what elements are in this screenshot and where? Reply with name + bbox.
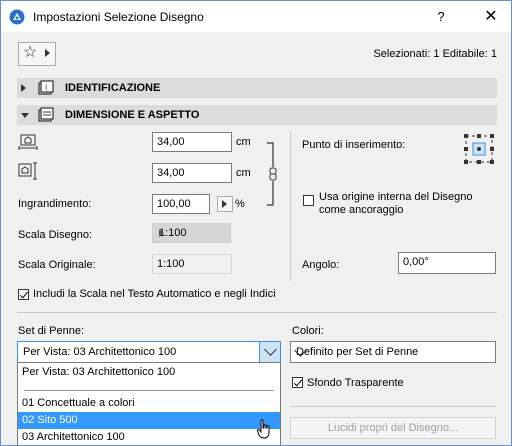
section-divider <box>17 312 497 313</box>
pen-set-dropdown-button[interactable] <box>259 342 280 362</box>
include-scale-label: Includi la Scala nel Testo Automatico e … <box>33 288 276 300</box>
favorites-button[interactable]: ☆ <box>18 42 56 66</box>
expand-arrow-icon <box>21 84 26 92</box>
section-dimension-label: DIMENSIONE E ASPETTO <box>65 109 200 121</box>
pen-set-select[interactable]: Per Vista: 03 Architettonico 100 <box>17 341 281 363</box>
use-origin-label-line2: come ancoraggio <box>319 204 404 216</box>
dropdown-option-highlighted[interactable]: 02 Sito 500 <box>18 412 280 429</box>
colors-value: Definito per Set di Penne <box>296 346 419 358</box>
chevron-down-icon <box>264 343 277 356</box>
column-divider <box>290 131 291 281</box>
height-icon <box>18 162 37 180</box>
mouse-pointer-icon <box>257 419 270 439</box>
title-bar: Impostazioni Selezione Disegno ? ✕ <box>1 1 511 32</box>
help-button[interactable]: ? <box>431 7 451 27</box>
magnification-preset-button[interactable] <box>217 196 233 212</box>
section-dimension[interactable]: DIMENSIONE E ASPETTO <box>17 105 497 125</box>
width-input[interactable]: 34,00 <box>152 132 232 152</box>
angle-input[interactable]: 0,00° <box>398 252 496 274</box>
button-divider <box>290 406 496 407</box>
anchor-point-selector[interactable] <box>463 133 495 165</box>
original-scale-label: Scala Originale: <box>18 259 96 271</box>
star-icon: ☆ <box>23 44 38 61</box>
archicad-app-icon <box>9 9 25 25</box>
collapse-arrow-icon <box>21 113 29 118</box>
angle-label: Angolo: <box>302 259 340 271</box>
height-input[interactable]: 34,00 <box>152 163 232 183</box>
arrow-right-icon <box>222 200 227 208</box>
dropdown-option[interactable]: 03 Architettonico 100 <box>18 429 280 445</box>
section-identification[interactable]: i IDENTIFICAZIONE <box>17 78 497 98</box>
pen-set-label: Set di Penne: <box>18 325 85 337</box>
drawing-scale-label: Scala Disegno: <box>18 229 92 241</box>
dropdown-option[interactable]: 01 Concettuale a colori <box>18 395 280 412</box>
pen-set-value: Per Vista: 03 Architettonico 100 <box>23 346 177 358</box>
close-button[interactable]: ✕ <box>481 7 501 27</box>
link-chain-icon[interactable] <box>265 141 279 207</box>
magnification-input[interactable]: 100,00 <box>152 194 210 214</box>
use-origin-checkbox[interactable] <box>303 195 314 206</box>
selection-info: Selezionati: 1 Editabile: 1 <box>373 48 497 60</box>
window-title: Impostazioni Selezione Disegno <box>33 10 204 24</box>
use-origin-label-line1: Usa origine interna del Disegno <box>319 191 473 203</box>
dimension-icon <box>38 107 54 122</box>
identification-icon: i <box>38 80 54 95</box>
transparent-bg-checkbox[interactable] <box>292 377 303 388</box>
dropdown-option[interactable]: Per Vista: 03 Architettonico 100 <box>18 364 280 381</box>
colors-label: Colori: <box>292 325 324 337</box>
arrow-right-icon <box>159 229 164 237</box>
layers-button: Lucidi propri del Disegno... <box>290 417 496 439</box>
width-unit: cm <box>236 136 251 148</box>
include-scale-checkbox[interactable] <box>18 289 29 300</box>
colors-select[interactable]: Definito per Set di Penne <box>290 341 496 363</box>
pen-set-dropdown-list: Per Vista: 03 Architettonico 100 01 Conc… <box>17 362 281 445</box>
transparent-bg-label: Sfondo Trasparente <box>307 377 404 389</box>
height-unit: cm <box>236 167 251 179</box>
magnification-unit: % <box>235 198 245 210</box>
original-scale-field: 1:100 <box>152 254 232 274</box>
svg-text:i: i <box>45 83 47 92</box>
drawing-scale-select: 1:100 <box>152 223 231 243</box>
dropdown-separator <box>24 390 274 391</box>
dialog-window: Impostazioni Selezione Disegno ? ✕ ☆ Sel… <box>0 0 512 446</box>
arrow-right-icon <box>45 49 50 57</box>
insertion-point-label: Punto di inserimento: <box>302 139 406 151</box>
section-identification-label: IDENTIFICAZIONE <box>65 82 161 94</box>
magnification-label: Ingrandimento: <box>18 198 92 210</box>
width-icon <box>18 134 38 150</box>
